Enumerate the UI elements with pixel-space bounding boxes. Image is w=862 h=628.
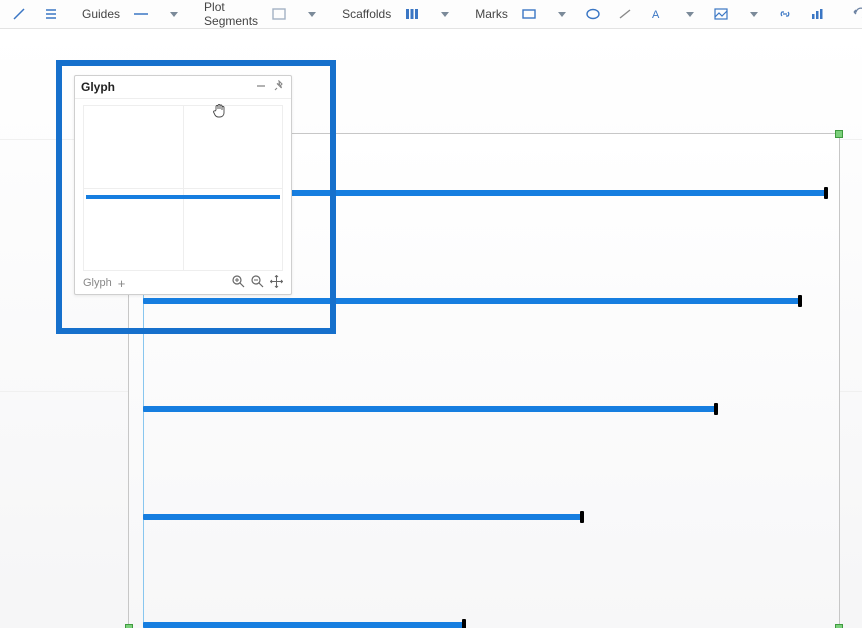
pin-icon[interactable]: [273, 80, 285, 95]
chevron-down-icon: [750, 12, 758, 17]
add-glyph-button[interactable]: +: [118, 276, 126, 291]
mark-text-dropdown[interactable]: [676, 3, 702, 25]
bar-row-3[interactable]: [143, 406, 715, 412]
glyph-mark-bar[interactable]: [86, 195, 280, 199]
scaffolds-dropdown[interactable]: [431, 3, 457, 25]
mark-ellipse-icon[interactable]: [580, 3, 606, 25]
chart-canvas[interactable]: Glyph Glyph +: [0, 29, 862, 628]
bar-handle[interactable]: [462, 619, 466, 628]
glyph-horizontal-guide: [84, 188, 282, 189]
glyph-panel-footer: Glyph +: [75, 272, 291, 294]
guides-label: Guides: [80, 7, 122, 21]
resize-handle-tr[interactable]: [835, 130, 843, 138]
bar-handle[interactable]: [714, 403, 718, 415]
mark-link-icon[interactable]: [772, 3, 798, 25]
chevron-down-icon: [170, 12, 178, 17]
bar-handle[interactable]: [580, 511, 584, 523]
chevron-down-icon: [441, 12, 449, 17]
zoom-out-icon[interactable]: [251, 275, 264, 291]
bar-row-4[interactable]: [143, 514, 581, 520]
pan-icon[interactable]: [270, 275, 283, 291]
list-tool-icon[interactable]: [38, 3, 64, 25]
plot-segments-dropdown[interactable]: [298, 3, 324, 25]
zoom-in-icon[interactable]: [232, 275, 245, 291]
guides-dropdown[interactable]: [160, 3, 186, 25]
bar-row-5[interactable]: [143, 622, 463, 628]
glyph-panel[interactable]: Glyph Glyph +: [74, 75, 292, 295]
chevron-down-icon: [686, 12, 694, 17]
plot-segments-label: Plot Segments: [202, 0, 260, 28]
glyph-panel-title: Glyph: [81, 80, 115, 94]
mark-rect-icon[interactable]: [516, 3, 542, 25]
plot-segment-rect-icon[interactable]: [266, 3, 292, 25]
mark-text-icon[interactable]: A: [644, 3, 670, 25]
marks-label: Marks: [473, 7, 510, 21]
resize-handle-br[interactable]: [835, 624, 843, 628]
bar-handle[interactable]: [824, 187, 828, 199]
marks-dropdown[interactable]: [548, 3, 574, 25]
bar-row-2[interactable]: [143, 298, 799, 304]
svg-text:A: A: [652, 9, 660, 21]
glyph-editor-area[interactable]: [83, 105, 283, 271]
minimize-icon[interactable]: [255, 80, 267, 95]
undo-button[interactable]: [846, 3, 862, 25]
line-tool-icon[interactable]: [6, 3, 32, 25]
mark-line-icon[interactable]: [612, 3, 638, 25]
mark-chart-icon[interactable]: [804, 3, 830, 25]
chevron-down-icon: [558, 12, 566, 17]
glyph-panel-header[interactable]: Glyph: [75, 76, 291, 99]
mark-image-icon[interactable]: [708, 3, 734, 25]
scaffolds-label: Scaffolds: [340, 7, 393, 21]
top-toolbar: Guides Plot Segments Scaffolds Marks A: [0, 0, 862, 29]
chevron-down-icon: [308, 12, 316, 17]
glyph-footer-label: Glyph: [83, 277, 112, 289]
mark-image-dropdown[interactable]: [740, 3, 766, 25]
scaffold-columns-icon[interactable]: [399, 3, 425, 25]
bar-handle[interactable]: [798, 295, 802, 307]
guide-horizontal-icon[interactable]: [128, 3, 154, 25]
resize-handle-bl[interactable]: [125, 624, 133, 628]
